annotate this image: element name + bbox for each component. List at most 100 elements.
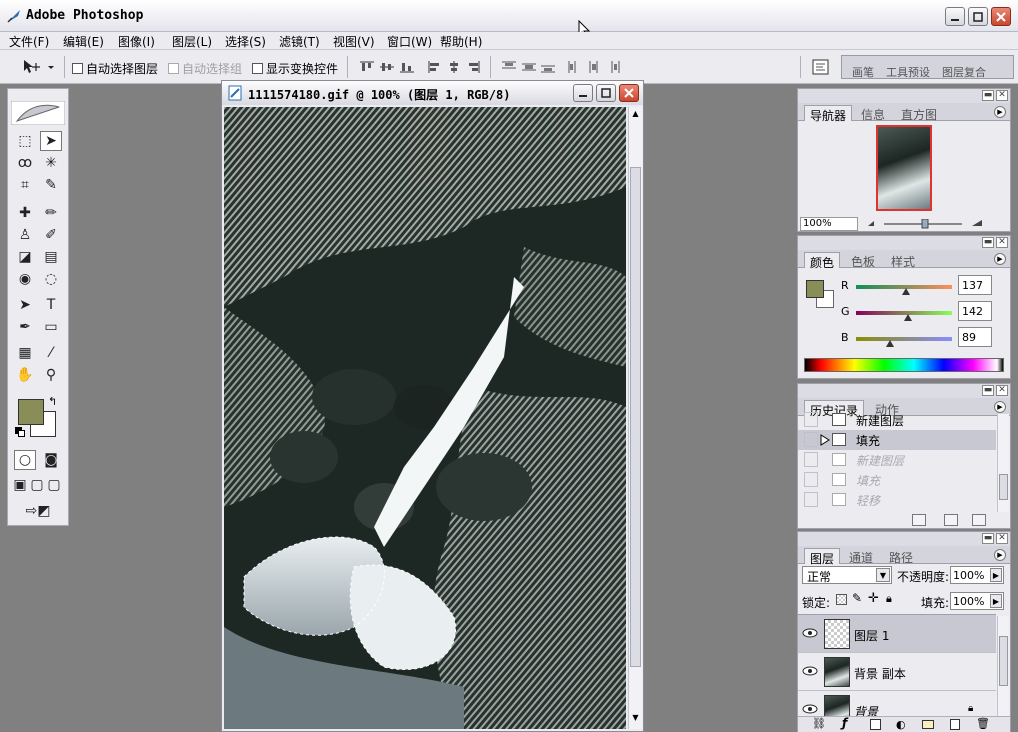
path-selection-tool-icon[interactable]: ➤ [14, 295, 36, 315]
distribute-top-icon[interactable] [502, 61, 516, 73]
color-spectrum-ramp[interactable] [804, 358, 1004, 372]
history-brush-tool-icon[interactable]: ✐ [40, 225, 62, 245]
align-right-icon[interactable] [466, 61, 480, 73]
history-source-toggle[interactable] [804, 432, 818, 447]
history-source-toggle[interactable] [804, 492, 818, 507]
menu-view[interactable]: 视图(V) [333, 33, 375, 50]
dodge-tool-icon[interactable]: ◌ [40, 269, 62, 289]
zoom-field[interactable]: 100% [800, 217, 858, 231]
layer-style-icon[interactable]: ƒ [842, 716, 847, 730]
menu-help[interactable]: 帮助(H) [440, 33, 482, 50]
move-tool-icon[interactable]: ➤ [40, 131, 62, 151]
screen-mode-full-menu-icon[interactable]: ▢ [29, 475, 45, 495]
history-item[interactable]: 轻移 [798, 490, 996, 510]
palette-well-tab-layer-comps[interactable]: 图层复合 [942, 64, 986, 80]
jump-to-imageready-icon[interactable]: ⇨◩ [16, 501, 60, 521]
tab-swatches[interactable]: 色板 [846, 252, 880, 269]
red-value-field[interactable]: 137 [958, 275, 992, 295]
fill-field[interactable]: 100% ▶ [950, 592, 1004, 610]
maximize-button[interactable] [968, 7, 988, 26]
panel-menu-icon[interactable]: ▶ [994, 106, 1006, 118]
menu-layer[interactable]: 图层(L) [172, 33, 212, 50]
align-top-icon[interactable] [360, 61, 374, 73]
tab-channels[interactable]: 通道 [844, 548, 878, 565]
lock-position-icon[interactable]: ✛ [868, 591, 879, 606]
menu-image[interactable]: 图像(I) [118, 33, 155, 50]
minimize-button[interactable] [945, 7, 965, 26]
panel-close-icon[interactable]: ✕ [996, 533, 1008, 544]
link-layers-icon[interactable]: ⛓ [812, 717, 826, 730]
history-item[interactable]: 填充 [798, 470, 996, 490]
new-snapshot-icon[interactable] [944, 514, 958, 526]
auto-select-layer-checkbox[interactable]: 自动选择图层 [72, 60, 158, 77]
panel-menu-icon[interactable]: ▶ [994, 253, 1006, 265]
delete-layer-icon[interactable]: 🗑︎ [976, 717, 990, 730]
distribute-right-icon[interactable] [606, 61, 620, 73]
panel-minimize-icon[interactable]: ▬ [982, 533, 994, 544]
history-item[interactable]: 新建图层 [798, 450, 996, 470]
scroll-thumb[interactable] [630, 167, 641, 667]
tab-navigator[interactable]: 导航器 [804, 105, 853, 123]
adobe-online-feather-icon[interactable] [11, 101, 65, 125]
panel-close-icon[interactable]: ✕ [996, 385, 1008, 396]
rectangle-tool-icon[interactable]: ▭ [40, 317, 62, 337]
standard-mode-icon[interactable]: ○ [14, 450, 36, 470]
show-transform-controls-checkbox[interactable]: 显示变换控件 [252, 60, 338, 77]
eraser-tool-icon[interactable]: ◪ [14, 247, 36, 267]
navigator-thumbnail[interactable] [876, 125, 932, 211]
layer-row[interactable]: 图层 1 [798, 615, 996, 653]
marquee-tool-icon[interactable]: ⬚ [14, 131, 36, 151]
palette-well-tab-tool-presets[interactable]: 工具预设 [886, 64, 930, 80]
distribute-vertical-center-icon[interactable] [522, 61, 536, 73]
add-mask-icon[interactable] [870, 719, 881, 730]
history-source-toggle[interactable] [804, 472, 818, 487]
green-slider-thumb[interactable] [904, 314, 912, 321]
scroll-down-icon[interactable]: ▼ [630, 713, 641, 723]
navigator-zoom-slider[interactable] [866, 219, 1006, 229]
healing-brush-tool-icon[interactable]: ✚ [14, 203, 36, 223]
file-browser-icon[interactable] [811, 57, 831, 77]
slice-tool-icon[interactable]: ✎ [40, 175, 62, 195]
panel-menu-icon[interactable]: ▶ [994, 549, 1006, 561]
crop-tool-icon[interactable]: ⌗ [14, 175, 36, 195]
layer-row[interactable]: 背景 副本 [798, 653, 996, 691]
history-scrollbar[interactable] [997, 414, 1009, 512]
tab-layers[interactable]: 图层 [804, 548, 841, 566]
adjustment-layer-icon[interactable]: ◐ [896, 718, 906, 731]
eye-icon[interactable] [802, 664, 818, 678]
foreground-color-swatch[interactable] [18, 399, 44, 425]
menu-file[interactable]: 文件(F) [9, 33, 49, 50]
panel-minimize-icon[interactable]: ▬ [982, 385, 994, 396]
document-vertical-scrollbar[interactable]: ▲ ▼ [628, 107, 642, 729]
blue-value-field[interactable]: 89 [958, 327, 992, 347]
history-source-toggle[interactable] [804, 452, 818, 467]
distribute-left-icon[interactable] [568, 61, 582, 73]
panel-minimize-icon[interactable]: ▬ [982, 237, 994, 248]
menu-select[interactable]: 选择(S) [225, 33, 266, 50]
scroll-up-icon[interactable]: ▲ [630, 109, 641, 119]
panel-close-icon[interactable]: ✕ [996, 90, 1008, 101]
type-tool-icon[interactable]: T [40, 295, 62, 315]
lock-image-icon[interactable]: ✎ [852, 591, 862, 605]
align-vertical-center-icon[interactable] [380, 61, 394, 73]
align-left-icon[interactable] [428, 61, 442, 73]
zoom-tool-icon[interactable]: ⚲ [40, 365, 62, 385]
scroll-thumb[interactable] [999, 474, 1008, 500]
panel-close-icon[interactable]: ✕ [996, 237, 1008, 248]
document-title-bar[interactable]: 1111574180.gif @ 100% (图层 1, RGB/8) [222, 81, 643, 105]
tab-color[interactable]: 颜色 [804, 252, 841, 270]
eye-icon[interactable] [802, 702, 818, 716]
new-group-icon[interactable] [922, 720, 934, 729]
history-item[interactable]: 填充 [798, 430, 996, 450]
new-layer-icon[interactable] [950, 719, 960, 730]
screen-mode-full-icon[interactable]: ▢ [46, 475, 62, 495]
tab-histogram[interactable]: 直方图 [896, 105, 942, 122]
document-minimize-button[interactable] [573, 84, 593, 102]
clone-stamp-tool-icon[interactable]: ♙ [14, 225, 36, 245]
document-close-button[interactable] [619, 84, 639, 102]
blur-tool-icon[interactable]: ◉ [14, 269, 36, 289]
scroll-thumb[interactable] [999, 636, 1008, 686]
image-canvas[interactable] [224, 107, 626, 729]
lock-transparency-icon[interactable] [836, 594, 847, 605]
blue-slider-thumb[interactable] [886, 340, 894, 347]
